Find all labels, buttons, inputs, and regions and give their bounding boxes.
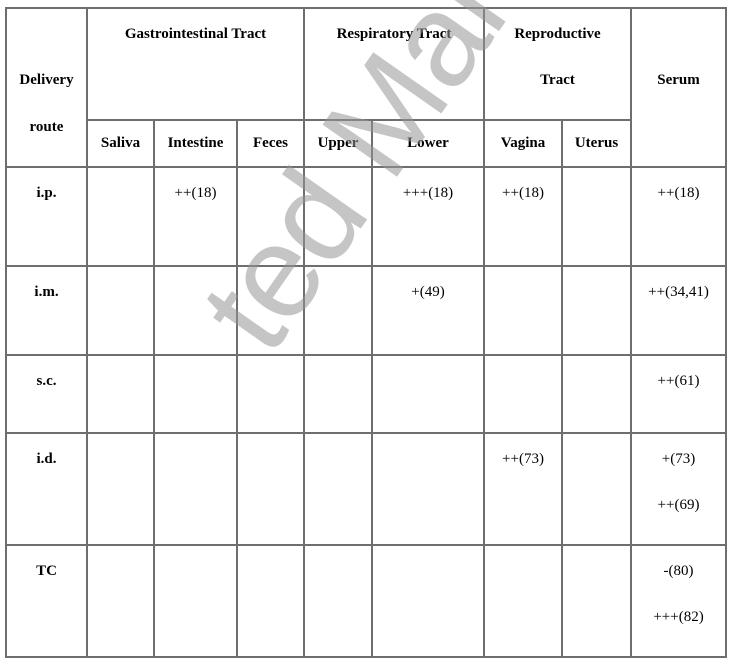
serum-cell: ++(61) (630, 354, 728, 434)
intestine-cell (153, 354, 238, 434)
upper-cell (303, 166, 373, 267)
lower-header: Lower (371, 119, 485, 168)
uterus-cell (560, 432, 633, 546)
table-row: TC -(80) +++(82) (5, 544, 728, 658)
saliva-cell (86, 432, 155, 546)
lower-cell (371, 544, 485, 658)
route-cell: i.m. (5, 265, 88, 356)
table-row: i.p. ++(18) +++(18) ++(18) ++(18) (5, 166, 728, 267)
vagina-cell: ++(18) (483, 166, 563, 267)
saliva-cell (86, 544, 155, 658)
serum-value: ++(61) (657, 373, 700, 389)
gastrointestinal-tract-header: Gastrointestinal Tract (86, 7, 305, 121)
upper-cell (303, 354, 373, 434)
reproductive-tract-header: Reproductive Tract (482, 7, 633, 121)
delivery-route-table: Delivery route Gastrointestinal Tract Re… (5, 7, 728, 658)
lower-cell: +++(18) (371, 166, 485, 267)
saliva-cell (86, 354, 155, 434)
feces-cell (236, 166, 305, 267)
vagina-cell (483, 354, 563, 434)
intestine-cell (153, 265, 238, 356)
route-cell: TC (5, 544, 88, 658)
delivery-route-header: Delivery route (5, 7, 88, 168)
serum-cell: -(80) +++(82) (630, 544, 728, 658)
vagina-cell: ++(73) (483, 432, 563, 546)
uterus-cell (560, 265, 633, 356)
route-cell: i.p. (5, 166, 88, 267)
table-row: i.d. ++(73) +(73) ++(69) (5, 432, 728, 546)
intestine-cell (153, 432, 238, 546)
serum-value: ++(69) (657, 497, 700, 513)
lower-cell: +(49) (371, 265, 485, 356)
upper-header: Upper (303, 119, 373, 168)
route-cell: i.d. (5, 432, 88, 546)
feces-cell (236, 354, 305, 434)
lower-cell (371, 354, 485, 434)
uterus-cell (560, 544, 633, 658)
intestine-cell (153, 544, 238, 658)
uterus-cell (560, 354, 633, 434)
serum-cell: ++(34,41) (630, 265, 728, 356)
feces-cell (236, 544, 305, 658)
reproductive-tract-header-line2: Tract (540, 72, 575, 88)
delivery-route-header-line1: Delivery (19, 72, 74, 88)
serum-value: +(73) (661, 451, 696, 467)
reproductive-tract-header-line1: Reproductive (514, 26, 601, 42)
intestine-cell: ++(18) (153, 166, 238, 267)
uterus-header: Uterus (560, 119, 633, 168)
route-cell: s.c. (5, 354, 88, 434)
serum-value: -(80) (663, 563, 694, 579)
header-row-groups: Delivery route Gastrointestinal Tract Re… (5, 7, 728, 168)
lower-cell (371, 432, 485, 546)
table-row: i.m. +(49) ++(34,41) (5, 265, 728, 356)
saliva-cell (86, 166, 155, 267)
saliva-cell (86, 265, 155, 356)
upper-cell (303, 544, 373, 658)
serum-cell: ++(18) (630, 166, 728, 267)
feces-header: Feces (236, 119, 305, 168)
feces-cell (236, 265, 305, 356)
vagina-header: Vagina (483, 119, 563, 168)
respiratory-tract-header: Respiratory Tract (303, 7, 485, 121)
delivery-route-header-line2: route (29, 119, 64, 135)
vagina-cell (483, 544, 563, 658)
serum-header: Serum (630, 7, 728, 168)
saliva-header: Saliva (86, 119, 155, 168)
header-row-subcolumns: Saliva Intestine Feces Upper Lower Vagin… (6, 119, 726, 168)
uterus-cell (560, 166, 633, 267)
table-row: s.c. ++(61) (5, 354, 728, 434)
feces-cell (236, 432, 305, 546)
serum-value: +++(82) (653, 609, 704, 625)
serum-header-label: Serum (657, 72, 700, 88)
serum-cell: +(73) ++(69) (630, 432, 728, 546)
serum-value: ++(34,41) (648, 284, 709, 300)
serum-value: ++(18) (657, 185, 700, 201)
intestine-header: Intestine (153, 119, 238, 168)
upper-cell (303, 432, 373, 546)
vagina-cell (483, 265, 563, 356)
upper-cell (303, 265, 373, 356)
